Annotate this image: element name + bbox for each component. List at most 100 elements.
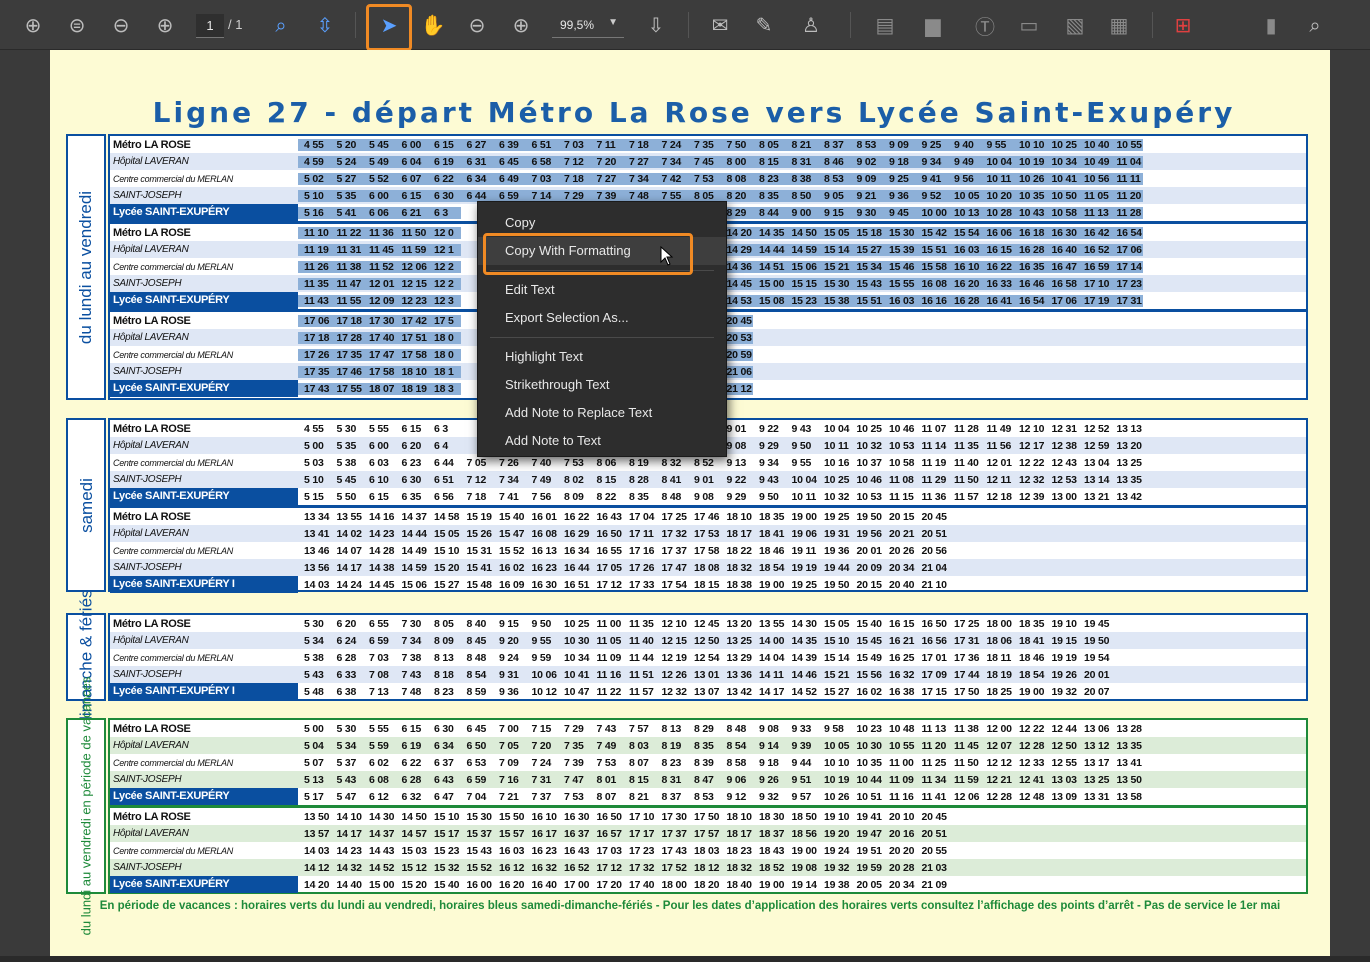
pdf-page[interactable]: Ligne 27 - départ Métro La Rose vers Lyc…	[50, 50, 1330, 956]
toolbar-separator	[688, 12, 689, 38]
zoom-out-icon[interactable]: ⊖	[462, 9, 492, 41]
time-cell: 16 52	[1078, 243, 1111, 256]
time-cell: 7 38	[401, 651, 422, 664]
time-cell: 9 50	[759, 490, 779, 503]
time-cell: 12 39	[1019, 490, 1045, 503]
time-cell: 15 10	[434, 810, 460, 823]
time-cell: 10 49	[1078, 155, 1111, 168]
time-cell	[1013, 862, 1046, 874]
time-cell: 17 42	[395, 314, 428, 327]
time-cell: 16 03	[499, 844, 525, 857]
hand-icon[interactable]: ✋	[418, 9, 448, 41]
toolbar-separator	[355, 12, 356, 38]
time-cell: 17 01	[921, 651, 947, 664]
time-cell: 17 46	[694, 510, 720, 523]
time-cell: 16 15	[980, 243, 1013, 256]
prev-arrow-circle-icon[interactable]: ⊜	[62, 9, 92, 41]
form-settings-icon[interactable]: ▦	[1104, 9, 1134, 41]
crosshair-icon[interactable]: ⊞	[1168, 9, 1198, 41]
time-cell: 19 38	[824, 878, 850, 891]
time-cell	[1046, 845, 1079, 857]
search-doc-icon[interactable]: ⌕	[266, 9, 296, 41]
time-cell: 9 57	[791, 790, 812, 803]
time-cell: 20 40	[889, 578, 915, 591]
time-cell: 10 05	[824, 739, 850, 752]
table-row: Lycée SAINT-EXUPÉRY I 14 03 14 24 14 45 15 0…	[110, 576, 1306, 593]
time-cell: 20 09	[856, 561, 882, 574]
time-cell: 18 0	[428, 348, 461, 361]
ok-button-icon[interactable]: ▭	[1014, 9, 1044, 41]
menu-item-export-selection[interactable]: Export Selection As...	[478, 304, 726, 332]
time-cell	[851, 332, 884, 344]
menu-item-add-note-replace[interactable]: Add Note to Replace Text	[478, 399, 726, 427]
menu-item-strikethrough-text[interactable]: Strikethrough Text	[478, 371, 726, 399]
forward-circle-icon[interactable]: ⊕	[150, 9, 180, 41]
time-cell: 5 10	[304, 473, 324, 486]
time-cell: 7 21	[499, 790, 519, 803]
time-cell: 7 39	[564, 756, 584, 769]
time-cell: 17 32	[629, 861, 655, 874]
time-cell: 20 10	[889, 810, 915, 823]
section-label: samedi	[66, 418, 106, 592]
time-cell	[1046, 315, 1079, 327]
sidebar-toggle-icon[interactable]: ▮	[1256, 9, 1286, 41]
time-cell: 12 06	[954, 790, 980, 803]
time-cell: 16 01	[531, 510, 557, 523]
time-cell: 13 01	[694, 668, 720, 681]
time-cell: 16 32	[889, 668, 915, 681]
time-cell: 17 52	[661, 861, 687, 874]
stamp-icon[interactable]: ♙	[796, 9, 826, 41]
time-cell: 14 52	[791, 685, 817, 698]
page-number-input[interactable]	[196, 14, 224, 38]
time-cell: 18 11	[986, 651, 1012, 664]
stop-name: Métro LA ROSE	[113, 617, 191, 630]
time-cell: 11 50	[954, 473, 979, 486]
time-cell: 9 36	[883, 189, 916, 202]
time-cell: 5 30	[336, 722, 357, 735]
time-cell	[916, 315, 949, 327]
time-cell: 6 3	[428, 206, 461, 219]
time-cell: 11 22	[596, 685, 622, 698]
time-cell: 10 58	[889, 456, 915, 469]
time-cell: 20 15	[856, 578, 882, 591]
time-cell: 15 30	[818, 277, 851, 290]
zoom-select[interactable]: 99,5% ▼	[552, 14, 624, 38]
back-circle-icon[interactable]: ⊖	[106, 9, 136, 41]
time-cell: 6 3	[434, 422, 448, 435]
pen-icon[interactable]: ✎	[749, 9, 779, 41]
time-cell: 17 28	[330, 331, 363, 344]
stop-name: Lycée SAINT-EXUPÉRY	[110, 204, 298, 221]
time-cell: 6 56	[434, 490, 454, 503]
time-cell: 20 51	[921, 527, 947, 540]
stop-name: Métro LA ROSE	[113, 422, 191, 435]
time-cell	[1046, 528, 1079, 540]
zoom-in-icon[interactable]: ⊕	[506, 9, 536, 41]
time-cell: 14 23	[369, 527, 395, 540]
fit-page-icon[interactable]: ⇳	[310, 9, 340, 41]
find-icon[interactable]: ⌕	[1300, 9, 1330, 41]
time-cell: 17 15	[921, 685, 947, 698]
time-cell: 13 20	[1116, 439, 1142, 452]
time-cell: 16 06	[980, 226, 1013, 239]
download-circle-icon[interactable]: ⊕	[18, 9, 48, 41]
time-cell: 8 41	[661, 473, 682, 486]
time-cell: 5 30	[304, 617, 324, 630]
menu-item-add-note[interactable]: Add Note to Text	[478, 427, 726, 455]
time-cell	[948, 332, 981, 344]
stop-name: Métro LA ROSE	[113, 314, 191, 327]
comment-icon[interactable]: ✉	[705, 9, 735, 41]
time-cell: 6 15	[395, 189, 428, 202]
document-icon[interactable]: ▤	[870, 9, 900, 41]
attach-icon[interactable]: ▧	[1060, 9, 1090, 41]
scroll-mode-icon[interactable]: ⇩	[641, 9, 671, 41]
stop-name: Centre commercial du MERLAN	[113, 349, 233, 360]
time-cell: 6 02	[369, 756, 389, 769]
time-cell: 15 20	[434, 561, 460, 574]
time-cell	[1111, 545, 1144, 557]
menu-item-highlight-text[interactable]: Highlight Text	[478, 343, 726, 371]
textbox-icon[interactable]: Ⓣ	[970, 9, 1000, 41]
time-cell: 15 40	[499, 510, 525, 523]
briefcase-icon[interactable]: ▆	[918, 9, 948, 41]
time-cell: 19 10	[1051, 617, 1077, 630]
menu-item-edit-text[interactable]: Edit Text	[478, 276, 726, 304]
